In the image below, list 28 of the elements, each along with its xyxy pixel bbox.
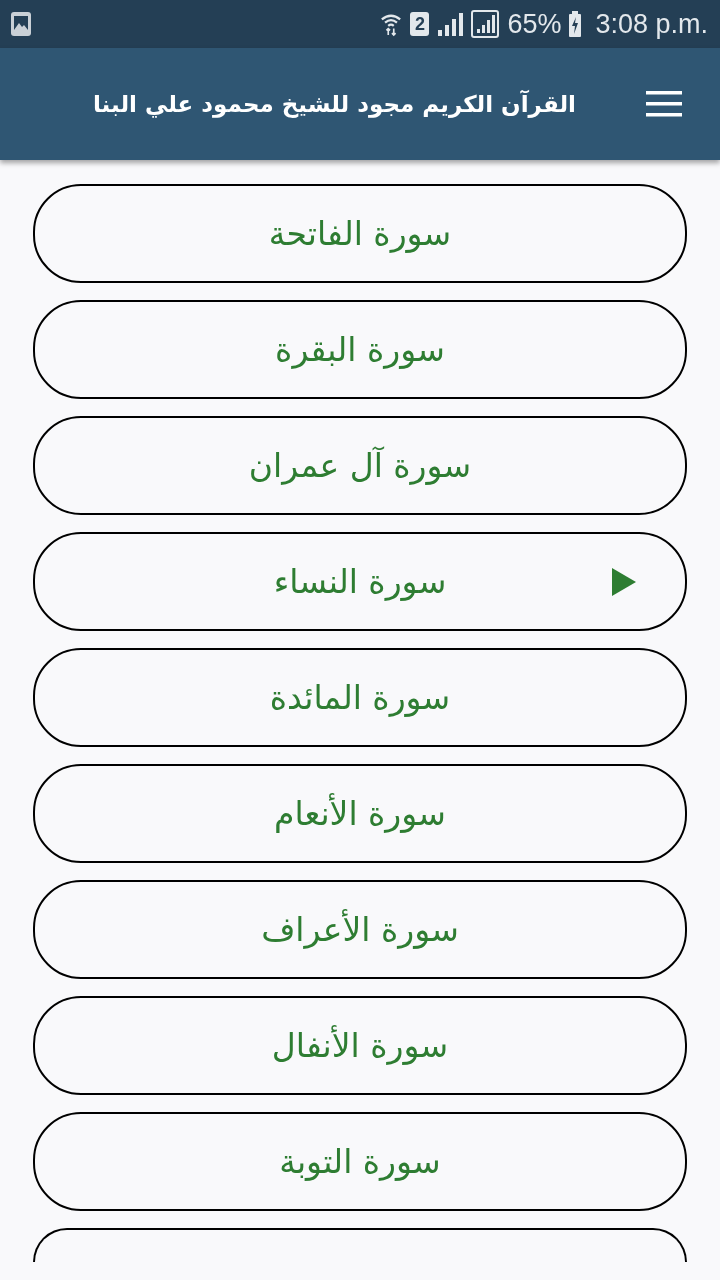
surah-list-item[interactable]: سورة التوبة (33, 1112, 687, 1211)
surah-list-item[interactable]: سورة النساء (33, 532, 687, 631)
surah-list-item[interactable]: سورة الأنفال (33, 996, 687, 1095)
battery-charging-icon (569, 11, 582, 37)
clock-time: 3:08 p.m. (595, 10, 708, 38)
surah-name: سورة آل عمران (248, 444, 472, 487)
sim-slot-badge: 2 (410, 12, 430, 36)
signal-icon (437, 12, 464, 36)
surah-list-item[interactable]: سورة البقرة (33, 300, 687, 399)
app-title: القرآن الكريم مجود للشيخ محمود علي البنا (93, 89, 576, 120)
image-icon (10, 11, 32, 37)
surah-name: سورة الأنفال (271, 1024, 449, 1067)
surah-list-item[interactable]: سورة المائدة (33, 648, 687, 747)
surah-name: سورة الأعراف (261, 908, 459, 951)
surah-list-item[interactable]: سورة آل عمران (33, 416, 687, 515)
surah-name: سورة البقرة (275, 328, 445, 371)
surah-name: سورة المائدة (269, 676, 451, 719)
surah-list-item[interactable]: سورة الفاتحة (33, 184, 687, 283)
battery-percentage: 65% (507, 10, 562, 38)
menu-icon (646, 91, 682, 117)
surah-list-item[interactable]: سورة الأعراف (33, 880, 687, 979)
surah-name: سورة الأنعام (274, 792, 446, 835)
surah-name: سورة النساء (273, 560, 447, 603)
surah-name: سورة الفاتحة (268, 212, 452, 255)
menu-button[interactable] (646, 91, 682, 117)
surah-list-item[interactable]: سورة الأنعام (33, 764, 687, 863)
signal-icon (471, 10, 500, 38)
surah-name: سورة التوبة (279, 1140, 441, 1183)
